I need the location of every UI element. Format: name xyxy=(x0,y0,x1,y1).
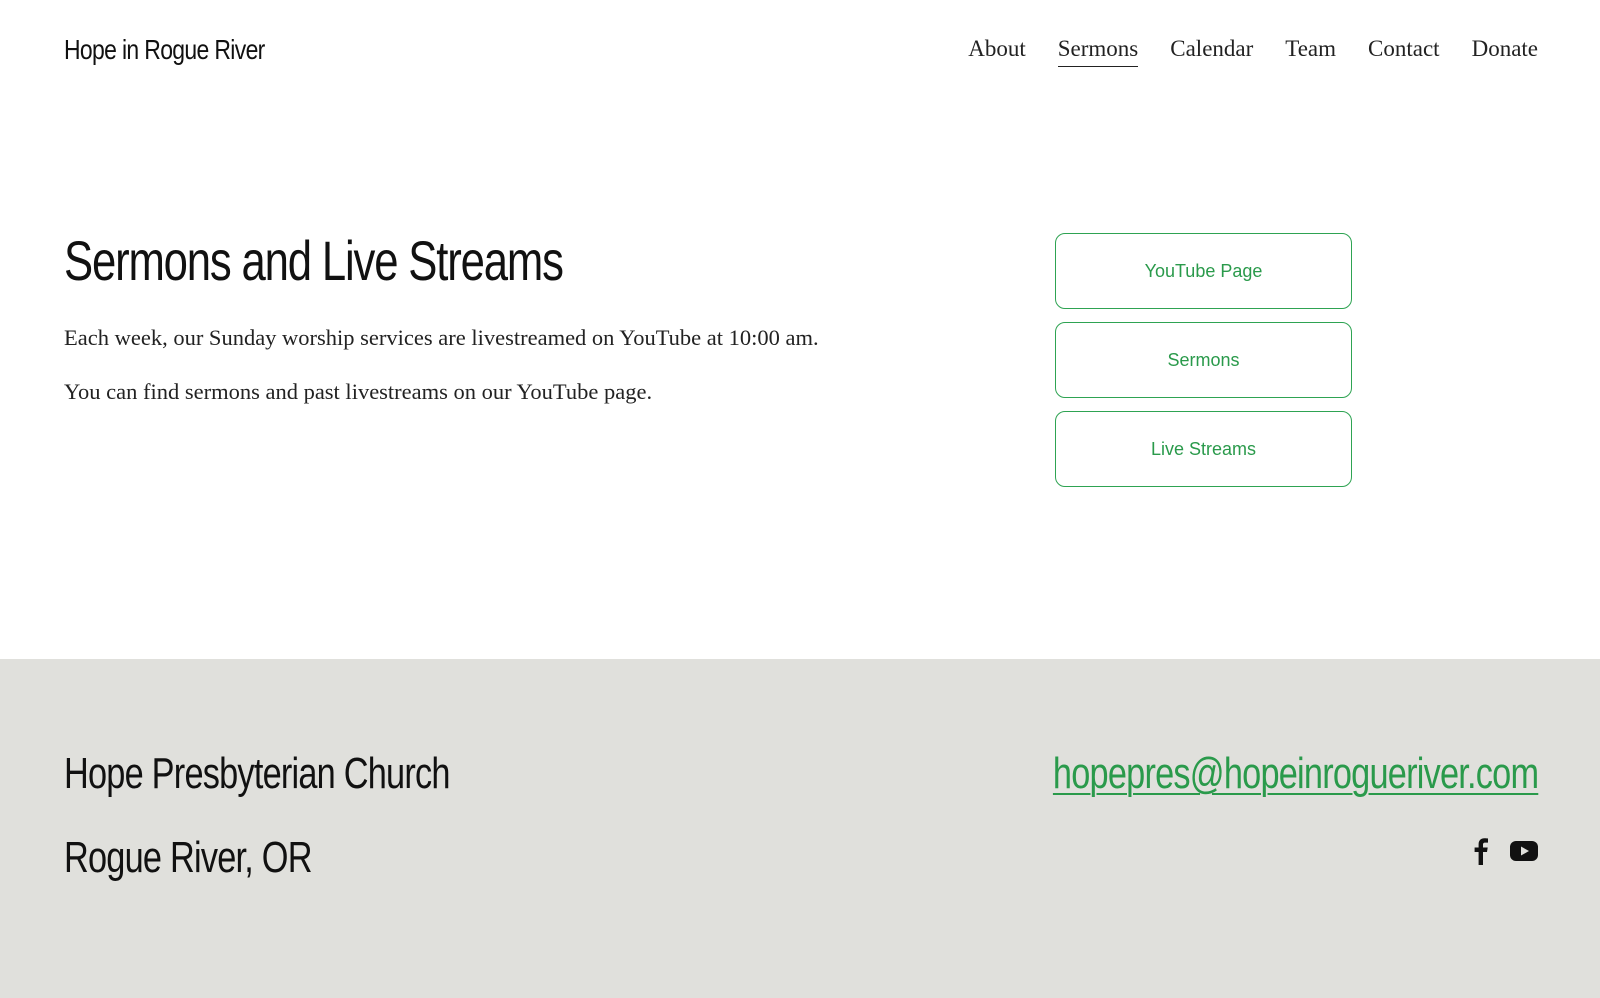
youtube-paragraph: You can find sermons and past livestream… xyxy=(64,379,653,404)
church-location: Rogue River, OR xyxy=(64,833,312,882)
page-title: Sermons and Live Streams xyxy=(64,229,564,292)
facebook-icon[interactable] xyxy=(1474,837,1488,870)
site-title[interactable]: Hope in Rogue River xyxy=(64,34,265,66)
intro-paragraph: Each week, our Sunday worship services a… xyxy=(64,325,819,350)
social-links xyxy=(1474,837,1538,870)
site-footer: Hope Presbyterian Church Rogue River, OR… xyxy=(0,659,1600,998)
nav-item-calendar[interactable]: Calendar xyxy=(1170,36,1253,67)
nav-item-about[interactable]: About xyxy=(968,36,1026,67)
email-link[interactable]: hopepres@hopeinrogueriver.com xyxy=(1053,749,1539,799)
nav-item-donate[interactable]: Donate xyxy=(1472,36,1538,67)
church-name: Hope Presbyterian Church xyxy=(64,749,450,798)
main-nav: About Sermons Calendar Team Contact Dona… xyxy=(968,36,1538,67)
sermons-button[interactable]: Sermons xyxy=(1055,322,1352,398)
youtube-page-button[interactable]: YouTube Page xyxy=(1055,233,1352,309)
live-streams-button[interactable]: Live Streams xyxy=(1055,411,1352,487)
link-buttons: YouTube Page Sermons Live Streams xyxy=(1055,233,1352,500)
nav-item-team[interactable]: Team xyxy=(1285,36,1336,67)
youtube-icon[interactable] xyxy=(1510,841,1538,866)
nav-item-sermons[interactable]: Sermons xyxy=(1057,36,1139,67)
nav-item-contact[interactable]: Contact xyxy=(1368,36,1440,67)
